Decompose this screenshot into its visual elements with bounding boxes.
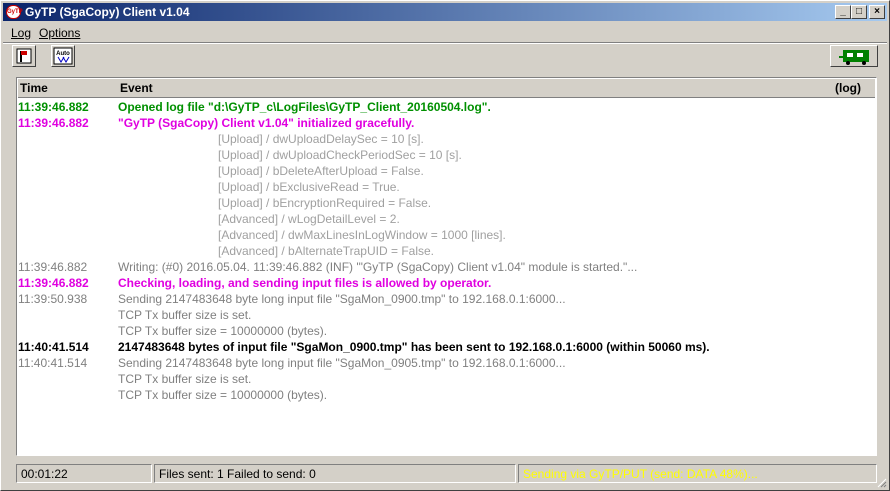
title-bar[interactable]: GyTP GyTP (SgaCopy) Client v1.04 _ □ ×	[3, 3, 887, 21]
log-time: 11:39:46.882	[18, 116, 89, 130]
log-row[interactable]: 11:39:46.882 Opened log file "d:\GyTP_c\L…	[18, 100, 875, 116]
auto-label: Auto	[56, 51, 70, 57]
toolbar-divider	[3, 42, 887, 44]
log-event: Sending 2147483648 byte long input file …	[118, 356, 566, 370]
log-event: [Advanced] / dwMaxLinesInLogWindow = 100…	[218, 228, 506, 242]
log-time: 11:39:46.882	[18, 276, 89, 290]
log-row[interactable]: 11:40:41.514 2147483648 bytes of input fi…	[18, 340, 875, 356]
connection-button[interactable]	[830, 45, 878, 67]
log-row[interactable]: 11:39:46.882 "GyTP (SgaCopy) Client v1.04…	[18, 116, 875, 132]
log-list[interactable]: Time Event (log) 11:39:46.882 Opened log …	[16, 77, 877, 456]
log-row[interactable]: [Advanced] / dwMaxLinesInLogWindow = 100…	[18, 228, 875, 244]
resize-grip-icon[interactable]	[877, 478, 887, 488]
log-row[interactable]: TCP Tx buffer size is set.	[18, 372, 875, 388]
files-status: Files sent: 1 Failed to send: 0	[154, 464, 516, 483]
minimize-button[interactable]: _	[835, 5, 851, 19]
log-header: Time Event (log)	[18, 79, 875, 98]
log-event: TCP Tx buffer size = 10000000 (bytes).	[118, 388, 328, 402]
flag-button[interactable]	[12, 45, 36, 67]
log-event: "GyTP (SgaCopy) Client v1.04" initialize…	[118, 116, 415, 130]
log-event: TCP Tx buffer size is set.	[118, 372, 252, 386]
app-window: GyTP GyTP (SgaCopy) Client v1.04 _ □ × L…	[0, 0, 890, 491]
maximize-button[interactable]: □	[851, 5, 867, 19]
log-row[interactable]: [Upload] / bDeleteAfterUpload = False.	[18, 164, 875, 180]
log-row[interactable]: 11:39:50.938 Sending 2147483648 byte long…	[18, 292, 875, 308]
log-event: Sending 2147483648 byte long input file …	[118, 292, 566, 306]
col-header-time[interactable]: Time	[20, 81, 48, 95]
col-header-log[interactable]: (log)	[835, 81, 861, 95]
log-event: [Upload] / bEncryptionRequired = False.	[218, 196, 432, 210]
log-event: TCP Tx buffer size is set.	[118, 308, 252, 322]
log-event: [Upload] / dwUploadDelaySec = 10 [s].	[218, 132, 424, 146]
log-row[interactable]: [Upload] / dwUploadDelaySec = 10 [s].	[18, 132, 875, 148]
log-row[interactable]: [Advanced] / bAlternateTrapUID = False.	[18, 244, 875, 260]
log-row[interactable]: TCP Tx buffer size = 10000000 (bytes).	[18, 388, 875, 404]
log-event: 2147483648 bytes of input file "SgaMon_0…	[118, 340, 710, 354]
log-row[interactable]: [Upload] / dwUploadCheckPeriodSec = 10 […	[18, 148, 875, 164]
log-event: Writing: (#0) 2016.05.04. 11:39:46.882 (…	[118, 260, 638, 274]
elapsed-time: 00:01:22	[16, 464, 152, 483]
log-row[interactable]: [Upload] / bExclusiveRead = True.	[18, 180, 875, 196]
log-row[interactable]: [Advanced] / wLogDetailLevel = 2.	[18, 212, 875, 228]
log-event: Opened log file "d:\GyTP_c\LogFiles\GyTP…	[118, 100, 491, 114]
sending-status: Sending via GyTP/PUT (send: DATA 48%)...	[518, 464, 877, 483]
log-event: [Upload] / bExclusiveRead = True.	[218, 180, 400, 194]
log-time: 11:40:41.514	[18, 340, 89, 354]
log-time: 11:40:41.514	[18, 356, 88, 370]
window-title: GyTP (SgaCopy) Client v1.04	[25, 5, 190, 19]
menu-log-label: Log	[11, 26, 32, 40]
connection-icon	[839, 50, 869, 65]
auto-arrows-icon: Auto	[53, 47, 73, 65]
log-row[interactable]: 11:39:46.882 Checking, loading, and sendi…	[18, 276, 875, 292]
menu-options[interactable]: Options	[39, 26, 80, 40]
flag-icon	[16, 48, 32, 64]
log-row[interactable]: [Upload] / bEncryptionRequired = False.	[18, 196, 875, 212]
auto-button[interactable]: Auto	[51, 45, 75, 67]
log-event: [Upload] / dwUploadCheckPeriodSec = 10 […	[218, 148, 462, 162]
menu-options-label: Options	[39, 26, 81, 40]
close-button[interactable]: ×	[869, 5, 885, 19]
log-time: 11:39:46.882	[18, 100, 89, 114]
menu-log[interactable]: Log	[11, 26, 31, 40]
menu-bar: Log Options	[3, 23, 887, 41]
app-logo-icon[interactable]: GyTP	[6, 5, 23, 19]
log-event: [Advanced] / wLogDetailLevel = 2.	[218, 212, 400, 226]
log-time: 11:39:46.882	[18, 260, 88, 274]
log-row[interactable]: 11:40:41.514 Sending 2147483648 byte long…	[18, 356, 875, 372]
log-row[interactable]: TCP Tx buffer size = 10000000 (bytes).	[18, 324, 875, 340]
log-rows: 11:39:46.882 Opened log file "d:\GyTP_c\L…	[18, 100, 875, 404]
log-event: TCP Tx buffer size = 10000000 (bytes).	[118, 324, 328, 338]
log-event: Checking, loading, and sending input fil…	[118, 276, 492, 290]
log-row[interactable]: TCP Tx buffer size is set.	[18, 308, 875, 324]
log-event: [Upload] / bDeleteAfterUpload = False.	[218, 164, 424, 178]
log-row[interactable]: 11:39:46.882 Writing: (#0) 2016.05.04. 11…	[18, 260, 875, 276]
log-time: 11:39:50.938	[18, 292, 88, 306]
col-header-event[interactable]: Event	[120, 81, 153, 95]
log-event: [Advanced] / bAlternateTrapUID = False.	[218, 244, 434, 258]
